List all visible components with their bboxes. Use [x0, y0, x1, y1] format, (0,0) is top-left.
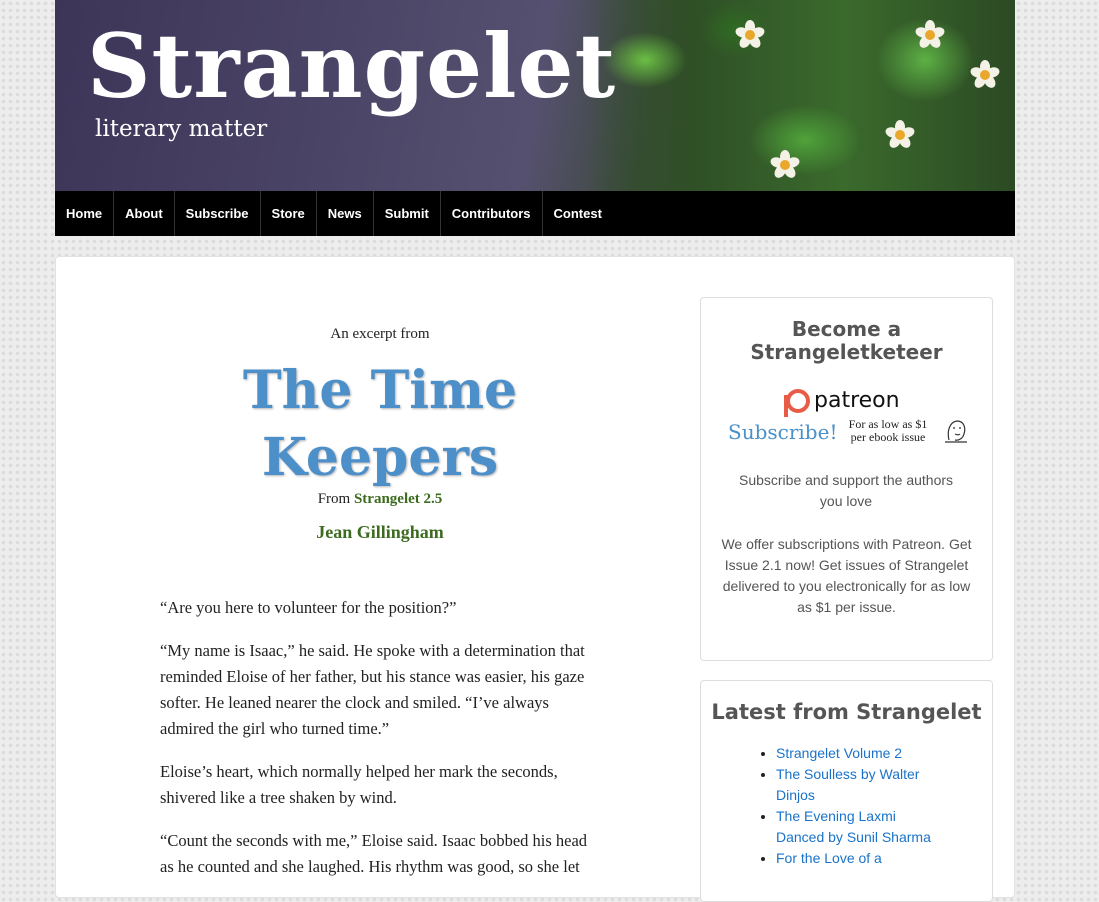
patreon-subscribe-banner[interactable]: patreon Subscribe! For as low as $1 per … — [728, 386, 974, 450]
patreon-subscribe-text: Subscribe! — [728, 420, 838, 444]
patreon-wordmark: patreon — [814, 388, 900, 413]
support-text: Subscribe and support the authors you lo… — [738, 472, 954, 509]
nav-subscribe[interactable]: Subscribe — [175, 191, 261, 236]
patreon-icon — [784, 388, 810, 417]
article-source: From Strangelet 2.5 — [160, 491, 600, 508]
nav-about[interactable]: About — [114, 191, 175, 236]
patreon-price-text: For as low as $1 per ebook issue — [848, 417, 928, 444]
from-label: From — [317, 491, 351, 507]
article-paragraph: “Count the seconds with me,” Eloise said… — [160, 831, 588, 876]
list-item: Strangelet Volume 2 — [776, 743, 992, 764]
main-navigation: Home About Subscribe Store News Submit C… — [55, 191, 1015, 236]
flower-illustration — [884, 120, 916, 151]
latest-widget: Latest from Strangelet Strangelet Volume… — [700, 680, 993, 902]
article-body: “Are you here to volunteer for the posit… — [160, 595, 600, 880]
list-item: For the Love of a — [776, 848, 992, 869]
latest-link[interactable]: The Soulless by Walter Dinjos — [776, 766, 919, 803]
flower-illustration — [914, 20, 946, 51]
article-author[interactable]: Jean Gillingham — [160, 522, 600, 543]
header-illustration — [585, 0, 1015, 191]
issue-link[interactable]: Strangelet 2.5 — [354, 491, 442, 507]
nav-store[interactable]: Store — [261, 191, 317, 236]
latest-widget-title: Latest from Strangelet — [711, 700, 982, 724]
latest-link[interactable]: The Evening Laxmi Danced by Sunil Sharma — [776, 808, 931, 845]
article-paragraph: Eloise’s heart, which normally helped he… — [160, 762, 558, 807]
latest-list: Strangelet Volume 2 The Soulless by Walt… — [701, 743, 992, 869]
subscribe-widget-title: Become a Strangeletketeer — [750, 317, 943, 364]
article-paragraph: “My name is Isaac,” he said. He spoke wi… — [160, 641, 585, 738]
site-title[interactable]: Strangelet — [87, 16, 616, 116]
nav-submit[interactable]: Submit — [374, 191, 441, 236]
nav-news[interactable]: News — [317, 191, 374, 236]
latest-link[interactable]: For the Love of a — [776, 850, 882, 866]
flower-illustration — [734, 20, 766, 51]
article: An excerpt from The Time Keepers From St… — [160, 320, 600, 897]
article-title: The Time Keepers — [242, 360, 518, 488]
article-paragraph: “Are you here to volunteer for the posit… — [160, 598, 457, 617]
article-kicker: An excerpt from — [330, 326, 430, 342]
nav-home[interactable]: Home — [55, 191, 115, 236]
nav-contest[interactable]: Contest — [543, 191, 613, 236]
list-item: The Soulless by Walter Dinjos — [776, 764, 936, 806]
patreon-logo: patreon — [784, 388, 900, 417]
site-header-banner: Strangelet literary matter — [55, 0, 1015, 191]
subscribe-widget: Become a Strangeletketeer patreon Subscr… — [700, 297, 993, 661]
site-tagline: literary matter — [95, 116, 268, 142]
flower-illustration — [769, 150, 801, 181]
nav-contributors[interactable]: Contributors — [441, 191, 543, 236]
latest-link[interactable]: Strangelet Volume 2 — [776, 745, 902, 761]
offer-text: We offer subscriptions with Patreon. Get… — [721, 536, 972, 615]
list-item: The Evening Laxmi Danced by Sunil Sharma — [776, 806, 946, 848]
flower-illustration — [969, 60, 1001, 91]
portrait-sketch-icon — [945, 420, 967, 443]
